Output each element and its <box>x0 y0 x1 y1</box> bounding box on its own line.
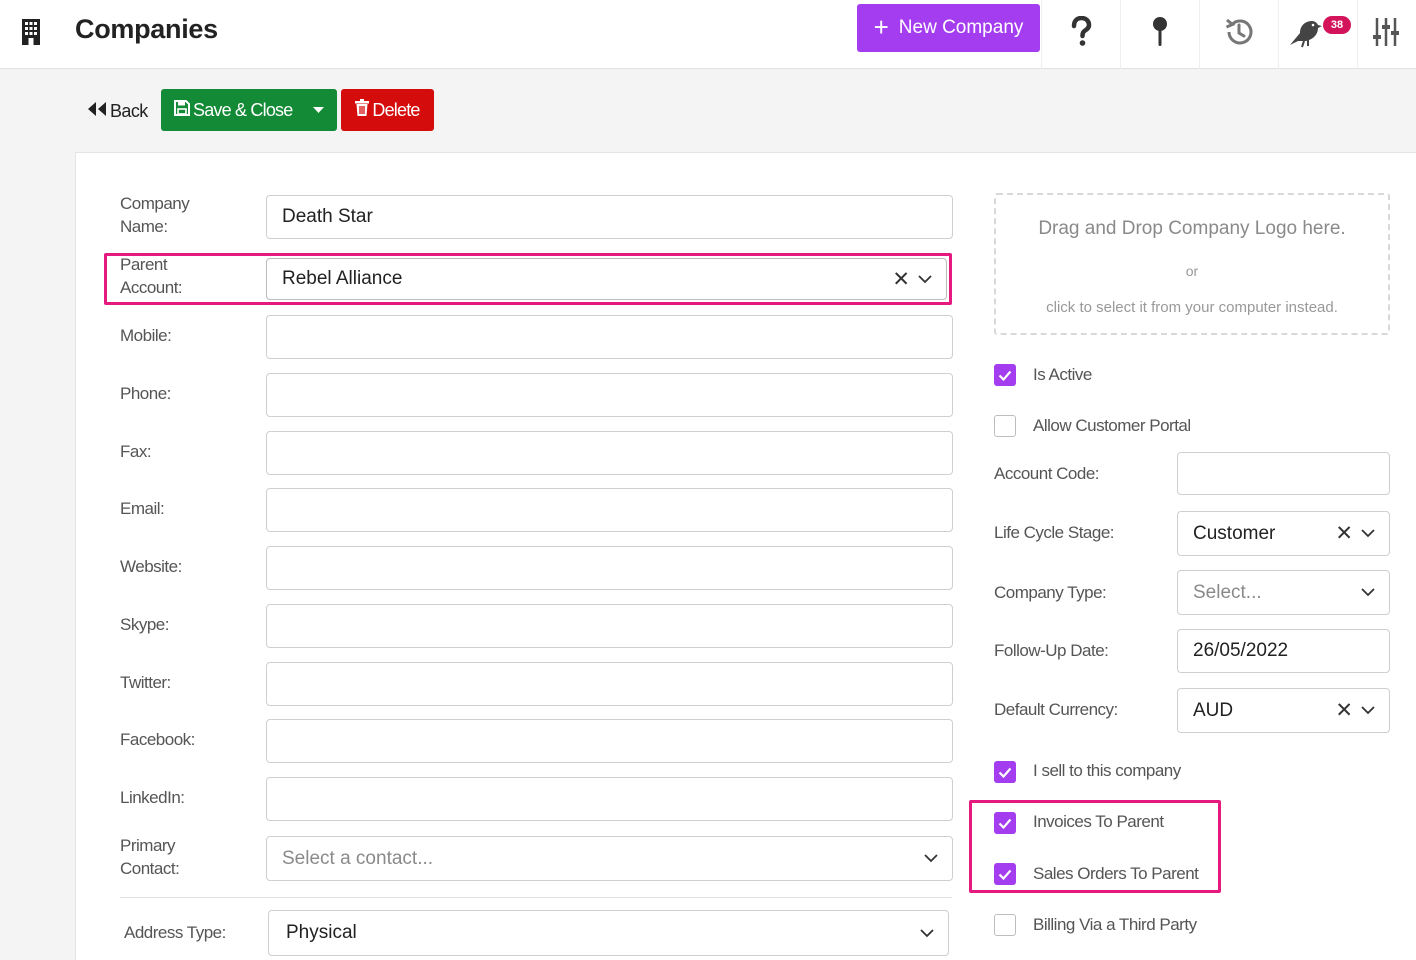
is-active-checkbox[interactable] <box>994 364 1016 386</box>
chevron-down-icon[interactable] <box>920 928 934 938</box>
trash-icon <box>355 99 370 121</box>
delete-button[interactable]: Delete <box>341 89 434 131</box>
default-currency-select[interactable]: AUD ✕ <box>1177 688 1390 733</box>
company-name-input[interactable]: Death Star <box>266 195 953 239</box>
notification-badge: 38 <box>1323 16 1351 34</box>
parent-account-select[interactable]: Rebel Alliance ✕ <box>266 258 947 300</box>
clear-icon[interactable]: ✕ <box>892 269 910 290</box>
facebook-input[interactable] <box>266 719 953 763</box>
linkedin-label: LinkedIn: <box>120 788 185 807</box>
address-type-value: Physical <box>286 922 357 943</box>
dropzone-hint: click to select it from your computer in… <box>1046 299 1338 316</box>
top-bar: Companies + New Company 38 <box>0 0 1416 69</box>
primary-contact-placeholder: Select a contact... <box>282 847 434 869</box>
building-icon <box>20 18 42 46</box>
logo-dropzone[interactable]: Drag and Drop Company Logo here. or clic… <box>994 193 1390 335</box>
company-name-value: Death Star <box>282 206 373 227</box>
default-currency-value: AUD <box>1193 699 1234 721</box>
check-icon <box>998 869 1012 880</box>
sliders-icon[interactable] <box>1364 10 1408 54</box>
dropzone-title: Drag and Drop Company Logo here. <box>1038 218 1346 239</box>
bird-icon[interactable] <box>1283 10 1327 54</box>
mobile-label: Mobile: <box>120 326 172 345</box>
save-icon <box>174 99 190 121</box>
company-type-placeholder: Select... <box>1193 581 1262 603</box>
facebook-label: Facebook: <box>120 730 195 749</box>
caret-down-icon <box>312 107 324 113</box>
i-sell-checkbox[interactable] <box>994 761 1016 783</box>
chevron-down-icon[interactable] <box>1361 706 1375 715</box>
new-company-button[interactable]: + New Company <box>857 4 1040 52</box>
life-cycle-stage-select[interactable]: Customer ✕ <box>1177 511 1390 556</box>
save-close-button[interactable]: Save & Close <box>161 89 337 131</box>
clear-icon[interactable]: ✕ <box>1335 523 1353 544</box>
billing-third-party-checkbox[interactable] <box>994 914 1016 936</box>
invoices-to-parent-label: Invoices To Parent <box>1033 812 1164 831</box>
account-code-label: Account Code: <box>994 464 1100 483</box>
check-icon <box>998 818 1012 829</box>
plus-icon: + <box>873 11 889 42</box>
company-type-label: Company Type: <box>994 583 1107 602</box>
life-cycle-stage-label: Life Cycle Stage: <box>994 523 1115 542</box>
back-icon <box>86 101 108 122</box>
check-icon <box>998 370 1012 381</box>
delete-label: Delete <box>372 99 420 120</box>
phone-input[interactable] <box>266 373 953 417</box>
parent-account-label: Parent Account: <box>120 255 183 297</box>
check-icon <box>998 767 1012 778</box>
sales-orders-to-parent-label: Sales Orders To Parent <box>1033 864 1199 883</box>
primary-contact-label: Primary Contact: <box>120 836 180 878</box>
chevron-down-icon[interactable] <box>924 854 938 863</box>
skype-input[interactable] <box>266 604 953 648</box>
phone-label: Phone: <box>120 384 171 403</box>
account-code-input[interactable] <box>1177 452 1390 495</box>
page-title: Companies <box>75 14 218 44</box>
twitter-input[interactable] <box>266 662 953 706</box>
default-currency-label: Default Currency: <box>994 700 1118 719</box>
address-type-select[interactable]: Physical <box>268 910 949 956</box>
back-button[interactable]: Back <box>86 96 148 126</box>
allow-customer-portal-label: Allow Customer Portal <box>1033 416 1191 435</box>
address-type-label: Address Type: <box>124 923 226 942</box>
email-label: Email: <box>120 499 165 518</box>
dropzone-or: or <box>1185 263 1199 279</box>
save-close-label: Save & Close <box>193 99 293 120</box>
fax-label: Fax: <box>120 442 152 461</box>
new-company-label: New Company <box>898 17 1024 38</box>
save-options-dropdown[interactable] <box>299 89 337 131</box>
chevron-down-icon[interactable] <box>1361 588 1375 597</box>
mobile-input[interactable] <box>266 315 953 359</box>
email-input[interactable] <box>266 488 953 532</box>
life-cycle-stage-value: Customer <box>1193 522 1276 544</box>
parent-account-value: Rebel Alliance <box>282 268 403 289</box>
chevron-down-icon[interactable] <box>1361 529 1375 538</box>
help-icon[interactable] <box>1059 10 1103 54</box>
is-active-label: Is Active <box>1033 365 1092 384</box>
back-label: Back <box>110 100 148 121</box>
pin-icon[interactable] <box>1138 10 1182 54</box>
company-type-select[interactable]: Select... <box>1177 570 1390 615</box>
sales-orders-to-parent-checkbox[interactable] <box>994 863 1016 885</box>
allow-customer-portal-checkbox[interactable] <box>994 415 1016 437</box>
linkedin-input[interactable] <box>266 777 953 821</box>
follow-up-date-input[interactable]: 26/05/2022 <box>1177 629 1390 673</box>
clear-icon[interactable]: ✕ <box>1335 700 1353 721</box>
invoices-to-parent-checkbox[interactable] <box>994 812 1016 834</box>
skype-label: Skype: <box>120 615 169 634</box>
billing-third-party-label: Billing Via a Third Party <box>1033 915 1197 934</box>
fax-input[interactable] <box>266 431 953 475</box>
primary-contact-select[interactable]: Select a contact... <box>266 836 953 881</box>
website-label: Website: <box>120 557 182 576</box>
website-input[interactable] <box>266 546 953 590</box>
chevron-down-icon[interactable] <box>918 274 932 284</box>
section-divider <box>120 897 952 898</box>
company-name-label: Company Name: <box>120 194 190 236</box>
follow-up-date-value: 26/05/2022 <box>1193 640 1289 661</box>
i-sell-label: I sell to this company <box>1033 761 1181 780</box>
follow-up-date-label: Follow-Up Date: <box>994 641 1109 660</box>
twitter-label: Twitter: <box>120 673 171 692</box>
history-icon[interactable] <box>1217 10 1261 54</box>
